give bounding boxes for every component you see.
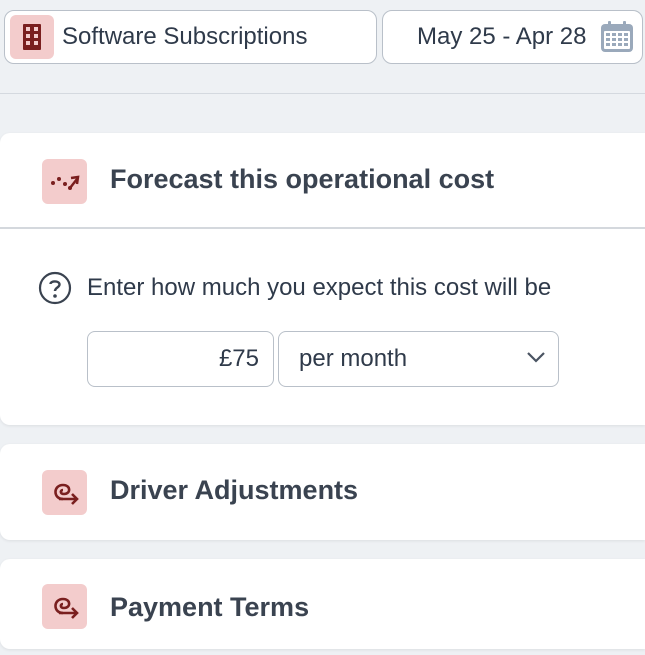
calendar-icon[interactable] <box>600 21 634 53</box>
category-selector[interactable]: Software Subscriptions <box>4 10 377 64</box>
payment-title: Payment Terms <box>110 592 310 622</box>
period-select[interactable]: per month <box>278 331 559 387</box>
forecast-prompt-row: Enter how much you expect this cost will… <box>38 271 551 305</box>
driver-header[interactable]: Driver Adjustments <box>0 444 645 540</box>
amount-input[interactable] <box>87 331 274 387</box>
forecast-title: Forecast this operational cost <box>110 164 495 194</box>
forecast-card: Forecast this operational cost Enter how… <box>0 133 645 425</box>
trend-icon <box>42 159 87 204</box>
driver-title: Driver Adjustments <box>110 475 359 505</box>
building-icon <box>10 15 54 59</box>
question-icon[interactable] <box>38 271 72 305</box>
forecast-prompt: Enter how much you expect this cost will… <box>87 274 552 301</box>
date-range-label: May 25 - Apr 28 <box>417 23 587 50</box>
driver-icon <box>42 470 87 515</box>
payment-header[interactable]: Payment Terms <box>0 559 645 655</box>
period-selected-label: per month <box>299 345 408 372</box>
chevron-down-icon <box>526 350 546 364</box>
forecast-header[interactable]: Forecast this operational cost <box>0 133 645 229</box>
top-bar: Software Subscriptions May 25 - Apr 28 <box>0 0 645 94</box>
category-label: Software Subscriptions <box>62 23 308 50</box>
payment-icon <box>42 584 87 629</box>
driver-card: Driver Adjustments <box>0 444 645 540</box>
date-range-selector[interactable]: May 25 - Apr 28 <box>382 10 643 64</box>
payment-card: Payment Terms <box>0 559 645 649</box>
